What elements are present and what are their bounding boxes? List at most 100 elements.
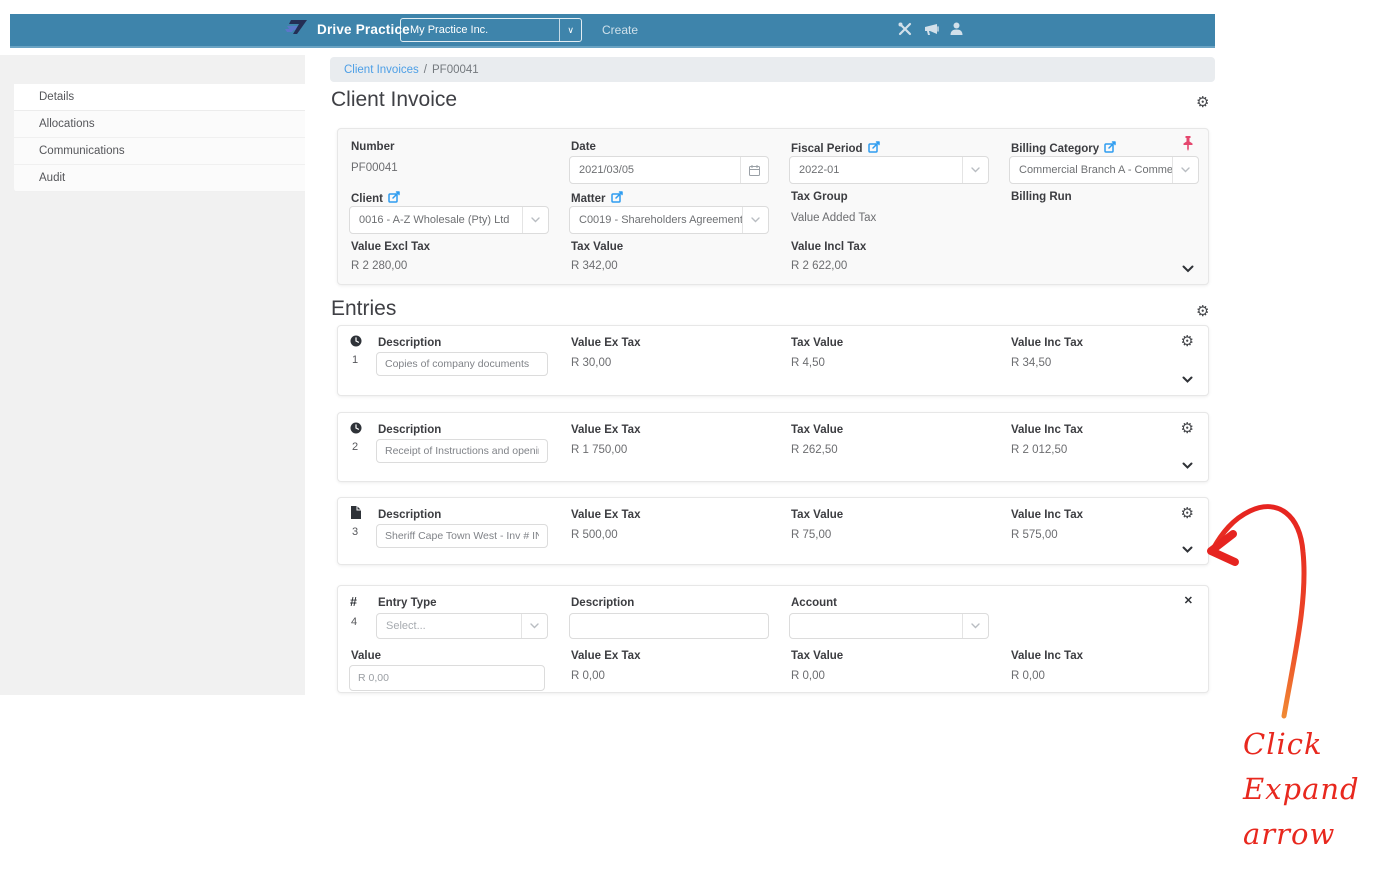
value-ex-tax-value: R 0,00 [571, 670, 605, 682]
billing-run-label: Billing Run [1011, 191, 1072, 203]
entry-type-select[interactable]: Select... [376, 613, 548, 639]
tax-value-label: Tax Value [791, 337, 844, 349]
brand-name: Drive Practice [317, 22, 410, 37]
entry-number: 1 [352, 354, 359, 366]
description-input[interactable] [376, 439, 548, 463]
value-ex-tax-value: R 500,00 [571, 529, 618, 541]
chevron-down-icon: ∨ [559, 19, 581, 41]
edit-icon[interactable] [1104, 141, 1116, 153]
entry-settings-gear-icon[interactable]: ⚙ [1181, 421, 1194, 436]
expand-chevron-icon[interactable] [1182, 462, 1193, 469]
pin-icon[interactable] [1182, 136, 1194, 151]
clock-icon [350, 422, 362, 434]
value-inc-tax-value: R 0,00 [1011, 670, 1045, 682]
tax-group-label: Tax Group [791, 191, 848, 203]
brand: Drive Practice [285, 20, 410, 39]
entry-number: 2 [352, 441, 359, 453]
expand-chevron-icon[interactable] [1182, 265, 1194, 273]
chevron-down-icon [1172, 157, 1198, 183]
entry-settings-gear-icon[interactable]: ⚙ [1181, 506, 1194, 521]
app-canvas: Drive Practice My Practice Inc. ∨ Create [0, 0, 1378, 882]
calendar-icon[interactable] [740, 157, 768, 183]
sidebar-item-audit[interactable]: Audit [14, 165, 305, 192]
tax-value-label: Tax Value [791, 509, 844, 521]
description-input[interactable] [569, 613, 769, 639]
tax-value-label: Tax Value [791, 650, 844, 662]
value-inc-tax-value: R 34,50 [1011, 357, 1052, 369]
expand-chevron-icon[interactable] [1182, 546, 1193, 553]
value-ex-tax-label: Value Ex Tax [571, 424, 641, 436]
edit-icon[interactable] [610, 191, 623, 203]
account-label: Account [791, 597, 837, 609]
edit-icon[interactable] [388, 191, 400, 203]
entries-settings-gear-icon[interactable]: ⚙ [1196, 304, 1209, 319]
matter-select[interactable]: C0019 - Shareholders Agreement: A... [569, 206, 769, 234]
entry-number: 4 [351, 616, 358, 628]
entry-number: 3 [352, 526, 359, 538]
invoice-number-value: PF00041 [351, 162, 398, 174]
description-input[interactable] [376, 524, 548, 548]
sidebar: Details Allocations Communications Audit [0, 55, 305, 695]
client-select[interactable]: 0016 - A-Z Wholesale (Pty) Ltd [349, 206, 549, 234]
clock-icon [350, 335, 362, 347]
annotation-line: Expand [1243, 772, 1360, 806]
hash-icon: # [350, 595, 357, 609]
chevron-down-icon [522, 207, 548, 233]
value-excl-tax-value: R 2 280,00 [351, 260, 408, 272]
annotation-line: Click [1243, 727, 1323, 761]
chevron-down-icon [962, 157, 988, 183]
value-label: Value [351, 650, 382, 662]
chevron-down-icon [742, 207, 768, 233]
fiscal-period-select[interactable]: 2022-01 [789, 156, 989, 184]
entry-card-1: 1 Description Value Ex Tax R 30,00 Tax V… [337, 325, 1209, 396]
value-incl-tax-value: R 2 622,00 [791, 260, 848, 272]
description-label: Description [571, 597, 635, 609]
chevron-down-icon [962, 614, 988, 638]
tools-icon[interactable] [898, 22, 913, 36]
create-menu[interactable]: Create [602, 23, 638, 37]
close-icon[interactable]: ✕ [1184, 594, 1193, 607]
account-select[interactable] [789, 613, 989, 639]
sidebar-item-allocations[interactable]: Allocations [14, 111, 305, 138]
tax-value-value: R 0,00 [791, 670, 825, 682]
entry-type-label: Entry Type [378, 597, 437, 609]
number-label: Number [351, 141, 395, 153]
value-inc-tax-value: R 2 012,50 [1011, 444, 1068, 456]
edit-icon[interactable] [867, 141, 880, 153]
tax-group-value: Value Added Tax [791, 212, 877, 224]
sidebar-item-communications[interactable]: Communications [14, 138, 305, 165]
expand-chevron-icon[interactable] [1182, 376, 1193, 383]
description-input[interactable] [376, 352, 548, 376]
tax-value-value: R 342,00 [571, 260, 618, 272]
tax-value-value: R 75,00 [791, 529, 832, 541]
sidebar-item-details[interactable]: Details [14, 84, 305, 111]
breadcrumb-separator: / [423, 63, 427, 76]
client-label: Client [351, 191, 400, 205]
value-ex-tax-value: R 30,00 [571, 357, 612, 369]
invoice-settings-gear-icon[interactable]: ⚙ [1196, 95, 1209, 110]
breadcrumb: Client Invoices / PF00041 [330, 57, 1215, 82]
value-input[interactable] [349, 665, 545, 691]
entries-title: Entries [331, 297, 397, 320]
entry-card-2: 2 Description Value Ex Tax R 1 750,00 Ta… [337, 412, 1209, 482]
value-ex-tax-label: Value Ex Tax [571, 509, 641, 521]
matter-label: Matter [571, 191, 623, 205]
value-excl-tax-label: Value Excl Tax [351, 241, 431, 253]
top-navbar: Drive Practice My Practice Inc. ∨ Create [10, 14, 1215, 48]
sidebar-menu: Details Allocations Communications Audit [14, 84, 305, 192]
drive-practice-logo-icon [285, 20, 309, 39]
user-icon[interactable] [950, 22, 963, 36]
tax-value-value: R 262,50 [791, 444, 838, 456]
practice-select-value: My Practice Inc. [410, 24, 489, 36]
billing-category-select[interactable]: Commercial Branch A - Commercial ... [1009, 156, 1199, 184]
entry-settings-gear-icon[interactable]: ⚙ [1181, 334, 1194, 349]
breadcrumb-link-client-invoices[interactable]: Client Invoices [344, 64, 419, 76]
entry-card-3: 3 Description Value Ex Tax R 500,00 Tax … [337, 497, 1209, 565]
date-input[interactable]: 2021/03/05 [569, 156, 769, 184]
practice-select[interactable]: My Practice Inc. ∨ [400, 18, 582, 42]
chevron-down-icon [521, 614, 547, 638]
value-inc-tax-label: Value Inc Tax [1011, 424, 1084, 436]
megaphone-icon[interactable] [924, 22, 939, 36]
description-label: Description [378, 337, 442, 349]
value-ex-tax-label: Value Ex Tax [571, 650, 641, 662]
